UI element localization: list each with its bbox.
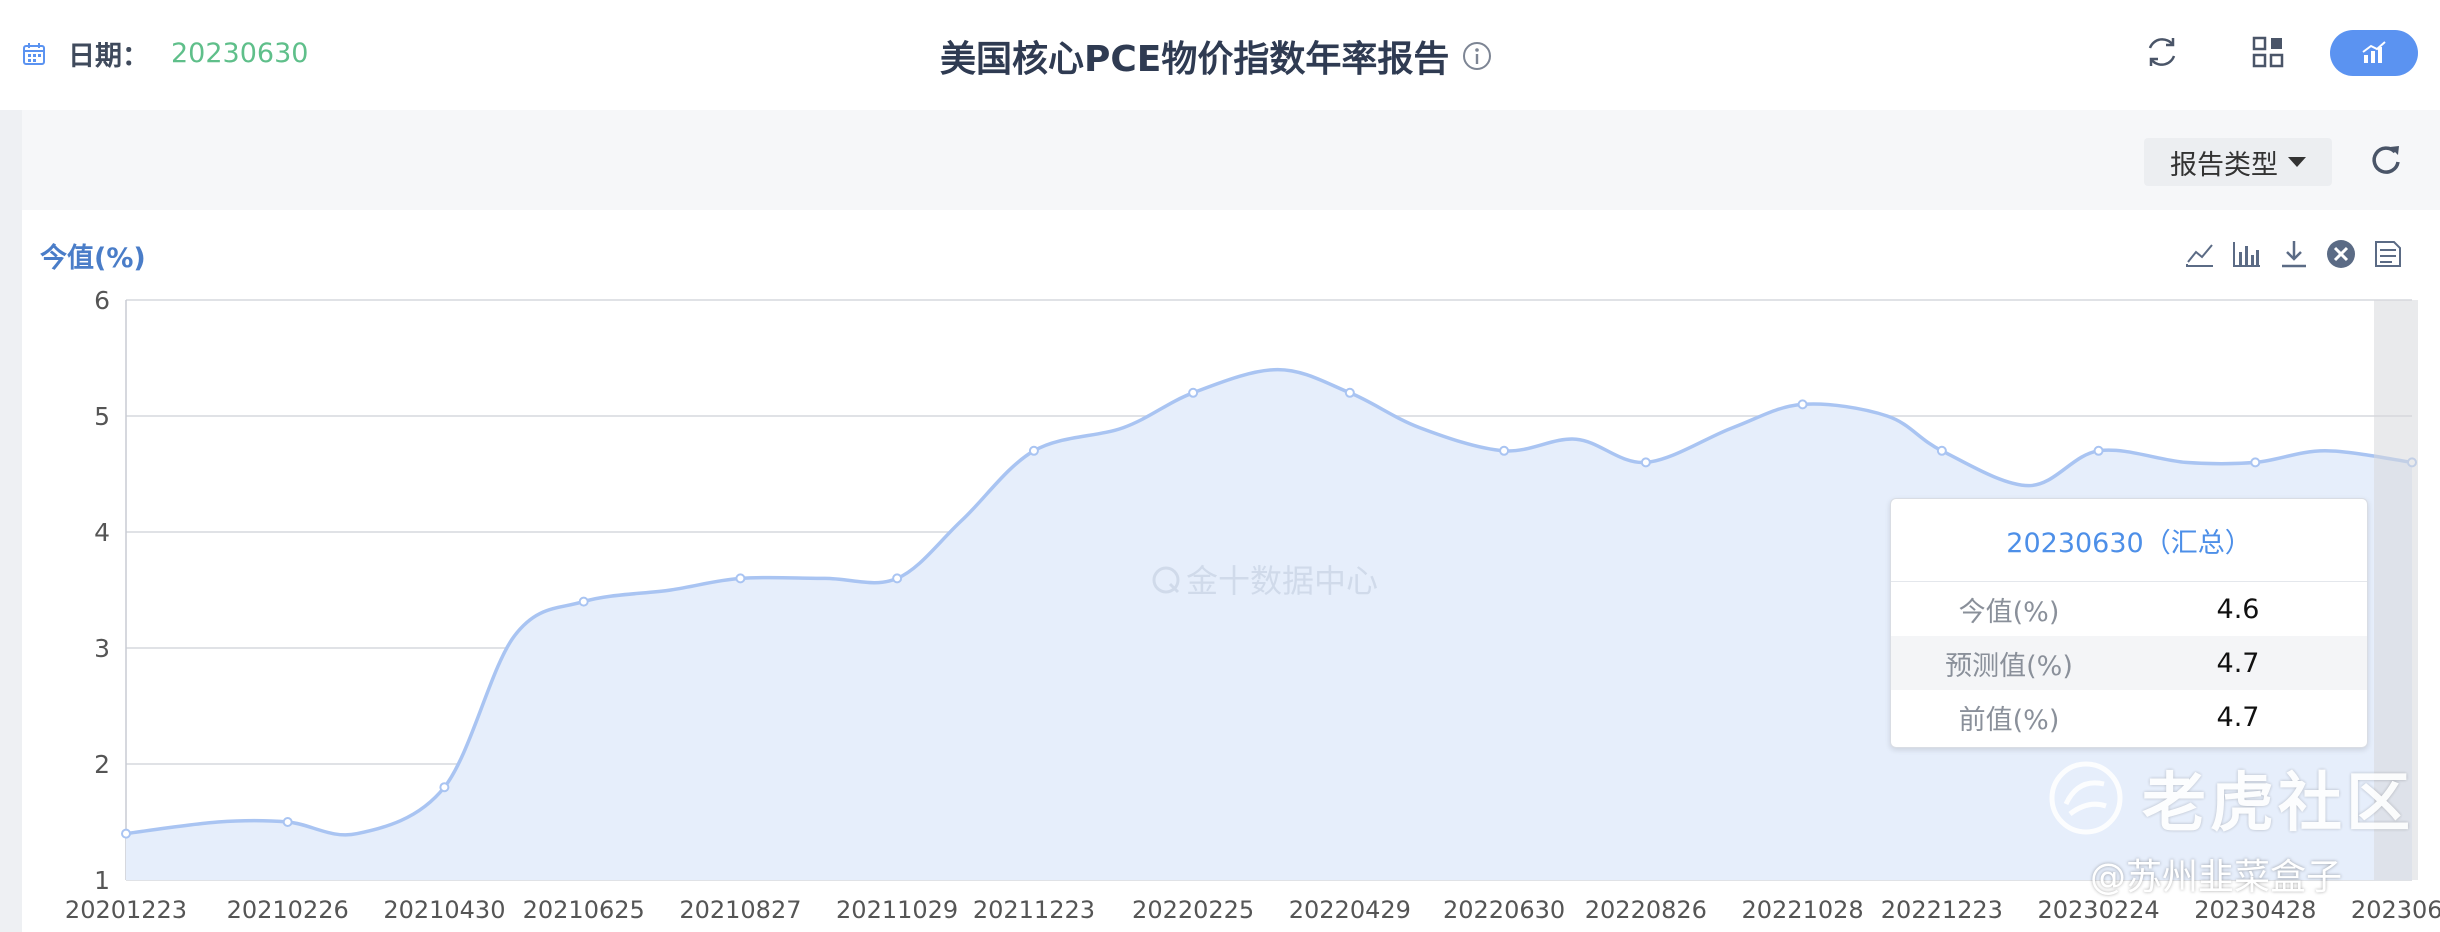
x-tick-label: 20210226 xyxy=(227,896,349,924)
brand-logo-icon xyxy=(2049,761,2123,835)
tooltip-label: 预测值(%) xyxy=(1945,650,2073,682)
x-tick-label: 20211029 xyxy=(836,896,958,924)
x-tick-label: 20211223 xyxy=(973,896,1095,924)
x-tick-label: 20210827 xyxy=(679,896,801,924)
y-tick-label: 4 xyxy=(94,518,110,547)
tooltip-row: 今值(%) 4.6 xyxy=(1891,582,2367,636)
x-tick-label: 20220826 xyxy=(1585,896,1707,924)
center-watermark: 金十数据中心 xyxy=(1152,562,1378,600)
tooltip-label: 前值(%) xyxy=(1958,704,2060,736)
data-point[interactable] xyxy=(1640,457,1651,468)
x-tick-label: 20221028 xyxy=(1741,896,1863,924)
data-point[interactable] xyxy=(1344,387,1355,398)
user-watermark: @苏州韭菜盒子 xyxy=(2090,857,2343,898)
data-point[interactable] xyxy=(1936,445,1947,456)
data-tooltip: 20230630（汇总） 今值(%) 4.6 预测值(%) 4.7 前值(%) … xyxy=(1890,498,2368,748)
y-tick-label: 6 xyxy=(94,286,110,315)
tooltip-label: 今值(%) xyxy=(1958,596,2060,628)
data-point[interactable] xyxy=(439,782,450,793)
center-watermark-text: 金十数据中心 xyxy=(1186,562,1378,600)
tooltip-row: 预测值(%) 4.7 xyxy=(1891,636,2367,690)
data-point[interactable] xyxy=(1499,445,1510,456)
tooltip-value: 4.6 xyxy=(2216,593,2260,625)
y-tick-label: 3 xyxy=(94,634,110,663)
tooltip-value: 4.7 xyxy=(2216,701,2260,733)
data-point[interactable] xyxy=(735,573,746,584)
x-tick-label: 20201223 xyxy=(65,896,187,924)
data-point[interactable] xyxy=(892,573,903,584)
x-tick-label: 20230428 xyxy=(2194,896,2316,924)
x-tick-label: 20220429 xyxy=(1289,896,1411,924)
data-point[interactable] xyxy=(1797,399,1808,410)
y-axis-labels: 1 2 3 4 5 6 xyxy=(94,286,110,895)
data-point[interactable] xyxy=(1028,445,1039,456)
data-point[interactable] xyxy=(121,828,131,839)
y-tick-label: 2 xyxy=(94,750,110,779)
x-tick-label: 20220630 xyxy=(1443,896,1565,924)
x-tick-label: 20230630 xyxy=(2351,896,2440,924)
y-tick-label: 5 xyxy=(94,402,110,431)
tooltip-row: 前值(%) 4.7 xyxy=(1891,690,2367,744)
x-tick-label: 20221223 xyxy=(1881,896,2003,924)
data-point[interactable] xyxy=(2093,445,2104,456)
data-point[interactable] xyxy=(578,596,589,607)
tooltip-title: 20230630（汇总） xyxy=(1891,499,2367,582)
data-point[interactable] xyxy=(282,817,293,827)
y-tick-label: 1 xyxy=(94,866,110,895)
x-tick-label: 20210430 xyxy=(383,896,505,924)
brand-watermark-text: 老虎社区 xyxy=(2142,767,2414,841)
tooltip-value: 4.7 xyxy=(2216,647,2260,679)
data-point[interactable] xyxy=(1188,387,1199,398)
data-point[interactable] xyxy=(2250,457,2261,468)
x-tick-label: 20220225 xyxy=(1132,896,1254,924)
x-tick-label: 20210625 xyxy=(523,896,645,924)
x-tick-label: 20230224 xyxy=(2037,896,2159,924)
brand-watermark: 老虎社区 xyxy=(2048,752,2414,844)
x-axis-labels: 20201223 20210226 20210430 20210625 20210827… xyxy=(65,896,2440,924)
